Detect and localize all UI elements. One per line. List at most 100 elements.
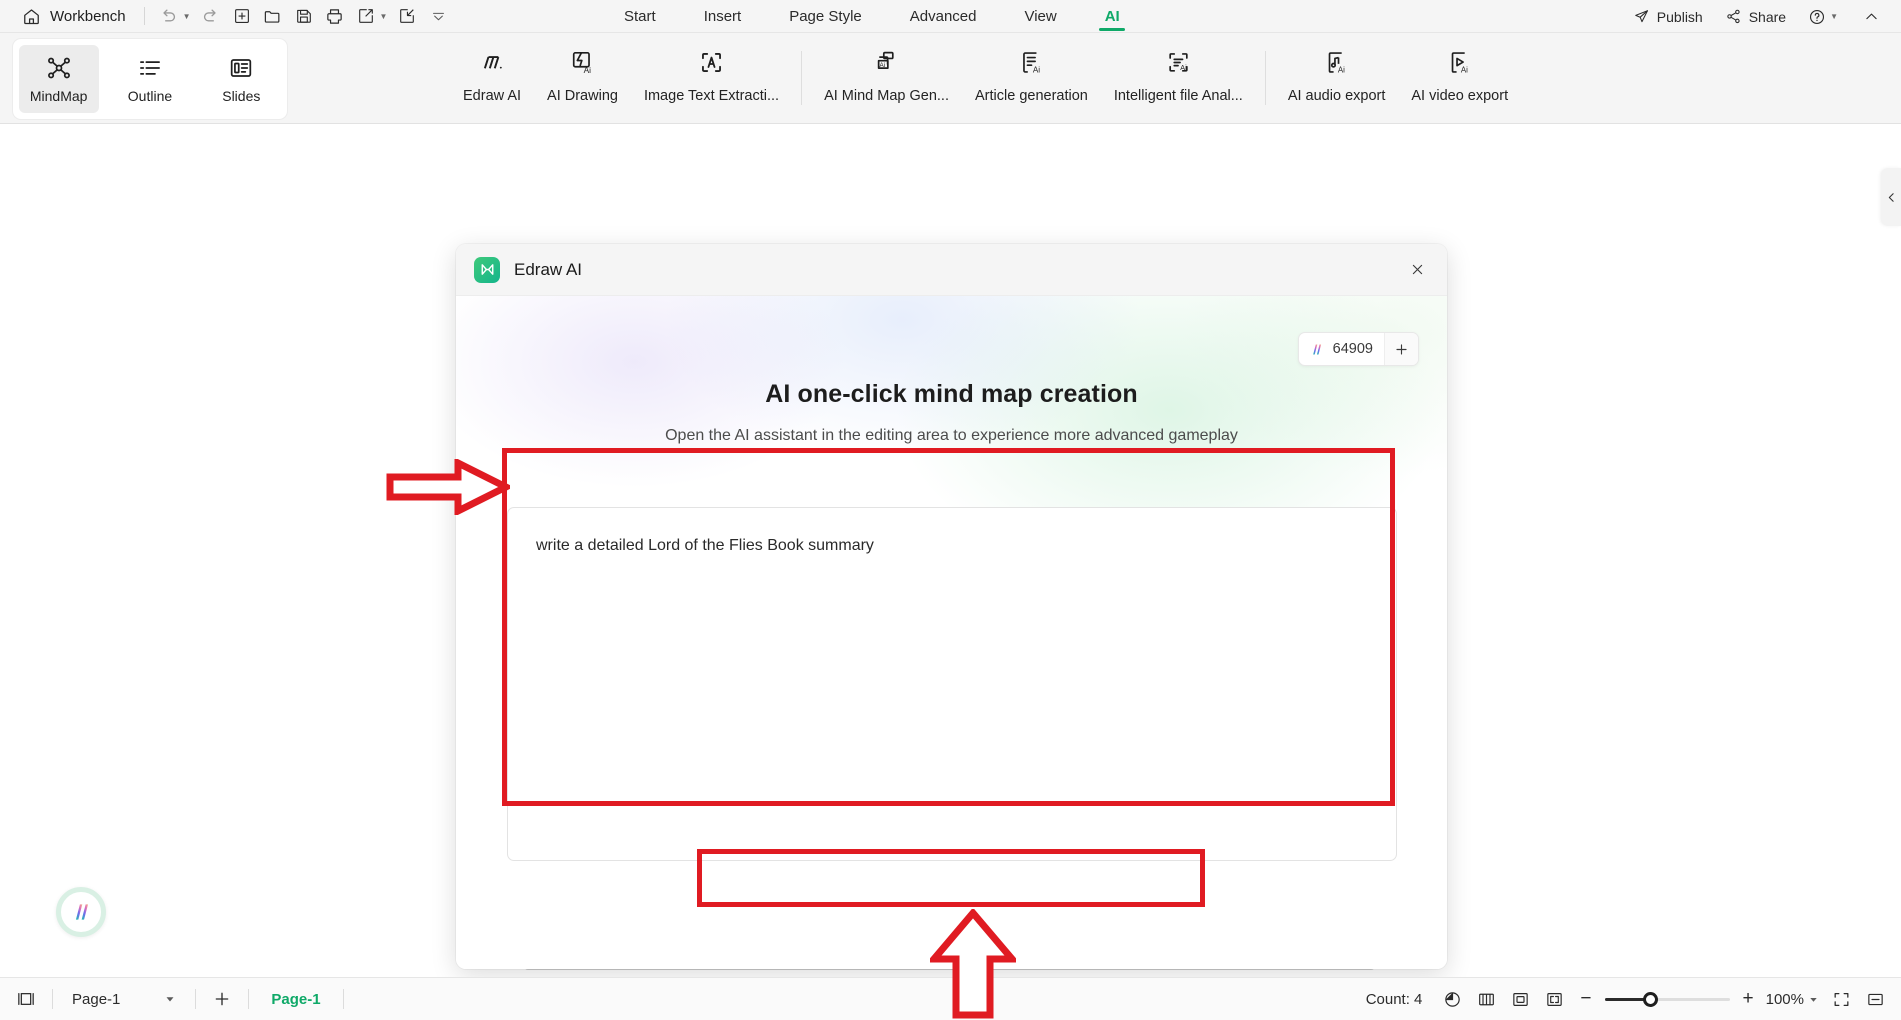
workbench-label: Workbench (50, 7, 126, 25)
export-button[interactable] (352, 3, 380, 29)
zoom-slider-knob[interactable] (1642, 992, 1658, 1007)
quick-access-toolbar: ▼ ▼ (155, 3, 453, 29)
presentation-mode-icon[interactable] (1859, 984, 1891, 1014)
page-tab-page-1[interactable]: Page-1 (259, 991, 332, 1008)
dialog-title: Edraw AI (514, 259, 583, 279)
publish-send-icon (1633, 8, 1650, 25)
tool-article-generation[interactable]: Ai Article generation (962, 41, 1101, 104)
intelligent-file-analysis-icon: Ai (1165, 49, 1192, 76)
tool-image-text-extraction[interactable]: Image Text Extracti... (631, 41, 792, 104)
tool-intelligent-file-analysis-label: Intelligent file Anal... (1113, 88, 1243, 104)
view-mode-slides-label: Slides (222, 87, 261, 104)
spread-view-icon[interactable] (1470, 984, 1502, 1014)
fit-width-icon[interactable] (1538, 984, 1570, 1014)
tool-ai-audio-export[interactable]: Ai AI audio export (1275, 41, 1399, 104)
top-bar-right: Publish Share ▼ (1624, 0, 1889, 33)
tool-edraw-ai[interactable]: Edraw AI (450, 41, 534, 104)
status-bar: Page-1 Page-1 Count: 4 − + 100% (0, 977, 1901, 1020)
tool-ai-video-export-label: AI video export (1411, 88, 1509, 104)
customize-toolbar-button[interactable] (424, 3, 452, 29)
credits-value-wrap: 64909 (1299, 341, 1384, 358)
ai-audio-export-icon: Ai (1323, 49, 1350, 76)
workbench-button[interactable]: Workbench (14, 5, 134, 28)
redo-button[interactable] (197, 3, 225, 29)
zoom-caret-icon[interactable] (1808, 994, 1819, 1005)
toolbar-divider (143, 7, 145, 25)
svg-text:Ai: Ai (1338, 66, 1345, 75)
tool-ai-video-export[interactable]: Ai AI video export (1398, 41, 1521, 104)
undo-caret-icon[interactable]: ▼ (183, 12, 191, 21)
help-question-icon (1808, 8, 1826, 26)
tool-divider (801, 51, 803, 105)
tool-divider-2 (1264, 51, 1266, 105)
new-button[interactable] (228, 3, 256, 29)
zoom-out-button[interactable]: − (1576, 988, 1595, 1010)
top-bar-left: Workbench ▼ ▼ (0, 3, 452, 29)
editor-canvas[interactable]: Edraw AI 64909 AI one-click mind map cre… (0, 124, 1901, 1019)
tool-ai-mindmap-generation[interactable]: Ai AI Mind Map Gen... (811, 41, 962, 104)
dialog-subheading: Open the AI assistant in the editing are… (665, 427, 1238, 444)
panel-toggle-icon[interactable] (10, 984, 42, 1014)
add-page-button[interactable] (206, 984, 238, 1014)
tab-start[interactable]: Start (600, 0, 680, 33)
tab-advanced[interactable]: Advanced (886, 0, 1001, 33)
share-label: Share (1748, 8, 1787, 25)
ai-tools-group: Edraw AI Ai AI Drawing Image Text Extrac… (450, 41, 1521, 117)
tab-page-style[interactable]: Page Style (765, 0, 886, 33)
svg-text:Ai: Ai (1180, 63, 1187, 72)
add-credits-button[interactable] (1384, 333, 1418, 365)
article-generation-icon: Ai (1018, 49, 1045, 76)
tab-view[interactable]: View (1000, 0, 1080, 33)
tool-image-text-extraction-label: Image Text Extracti... (643, 88, 780, 104)
fit-page-icon[interactable] (1504, 984, 1536, 1014)
ai-assistant-fab[interactable] (56, 887, 106, 937)
view-mode-outline[interactable]: Outline (110, 45, 190, 113)
publish-button[interactable]: Publish (1624, 5, 1712, 28)
menu-tabs: Start Insert Page Style Advanced View AI (600, 0, 1144, 33)
top-bar: Workbench ▼ ▼ Start Insert Page Style Ad… (0, 0, 1901, 33)
open-button[interactable] (259, 3, 287, 29)
application-window: Workbench ▼ ▼ Start Insert Page Style Ad… (0, 0, 1901, 1020)
dialog-heading: AI one-click mind map creation (765, 380, 1138, 408)
slides-layout-icon (228, 55, 254, 81)
tab-insert[interactable]: Insert (680, 0, 766, 33)
zoom-slider[interactable] (1604, 991, 1730, 1007)
home-icon (22, 7, 41, 26)
view-mode-mindmap-label: MindMap (29, 87, 88, 104)
help-button[interactable]: ▼ (1799, 5, 1850, 29)
prompt-input-container[interactable] (507, 507, 1397, 861)
mindmap-icon (46, 55, 72, 81)
dialog-close-button[interactable] (1403, 256, 1431, 284)
dialog-header: Edraw AI (456, 244, 1447, 296)
share-nodes-icon (1725, 8, 1742, 25)
ai-drawing-icon: Ai (569, 49, 596, 76)
tool-ai-drawing[interactable]: Ai AI Drawing (534, 41, 631, 104)
view-mode-mindmap[interactable]: MindMap (18, 45, 99, 113)
tool-intelligent-file-analysis[interactable]: Ai Intelligent file Anal... (1101, 41, 1256, 104)
zoom-in-button[interactable]: + (1739, 988, 1758, 1010)
fullscreen-icon[interactable] (1825, 984, 1857, 1014)
save-button[interactable] (290, 3, 318, 29)
prompt-input[interactable] (536, 534, 1368, 834)
page-selector-value: Page-1 (72, 990, 121, 1008)
chevron-down-icon (164, 993, 176, 1005)
zoom-level-label[interactable]: 100% (1766, 991, 1804, 1008)
credits-badge[interactable]: 64909 (1297, 332, 1419, 366)
right-panel-collapse-handle[interactable] (1881, 168, 1901, 226)
ribbon-toolbar: MindMap Outline Slides Edraw AI Ai AI Dr… (0, 33, 1901, 124)
view-mode-outline-label: Outline (127, 87, 173, 104)
share-button[interactable]: Share (1716, 5, 1795, 28)
page-selector[interactable]: Page-1 (63, 987, 185, 1012)
status-bar-left: Page-1 Page-1 (0, 984, 354, 1014)
print-button[interactable] (321, 3, 349, 29)
pointer-mode-icon[interactable] (1436, 984, 1468, 1014)
undo-button[interactable] (155, 3, 183, 29)
import-button[interactable] (393, 3, 421, 29)
export-caret-icon[interactable]: ▼ (380, 12, 388, 21)
view-mode-slides[interactable]: Slides (201, 45, 281, 113)
ai-mindmap-gen-icon: Ai (873, 49, 900, 76)
image-text-extract-icon (698, 49, 725, 76)
help-caret-icon[interactable]: ▼ (1830, 12, 1838, 21)
tab-ai[interactable]: AI (1081, 0, 1144, 33)
collapse-ribbon-button[interactable] (1854, 5, 1889, 28)
